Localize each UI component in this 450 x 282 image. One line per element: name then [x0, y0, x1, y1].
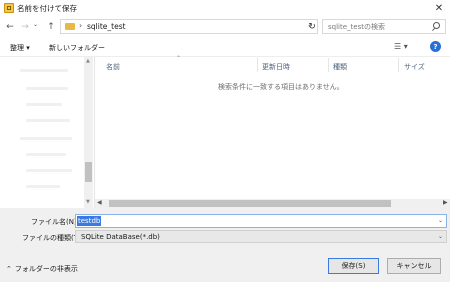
save-button[interactable]: 保存(S)	[328, 258, 379, 274]
recent-locations-chevron-icon[interactable]: ⌄	[33, 21, 38, 28]
scroll-down-arrow-icon[interactable]: ▼	[86, 199, 90, 205]
refresh-icon[interactable]: ↻	[306, 20, 318, 33]
breadcrumb-folder[interactable]: sqlite_test	[87, 22, 126, 31]
empty-results-message: 検索条件に一致する項目はありません。	[218, 83, 344, 91]
filetype-label: ファイルの種類(T):	[22, 234, 84, 242]
view-options-icon[interactable]: ☰ ▾	[394, 42, 408, 51]
horizontal-scrollbar-thumb[interactable]	[109, 200, 391, 207]
app-icon	[4, 3, 14, 13]
column-header-type[interactable]: 種類	[333, 62, 347, 72]
back-arrow-icon[interactable]: ←	[4, 21, 16, 33]
scroll-up-arrow-icon[interactable]: ▲	[86, 58, 90, 64]
address-bar[interactable]: › sqlite_test ⌄	[60, 19, 318, 34]
nav-item[interactable]	[26, 153, 66, 156]
filename-label: ファイル名(N):	[31, 218, 80, 226]
search-input[interactable]: sqlite_testの検索	[322, 19, 446, 34]
help-icon[interactable]: ?	[430, 41, 441, 52]
column-header-name[interactable]: 名前	[106, 62, 120, 72]
column-header-size[interactable]: サイズ	[404, 62, 425, 72]
nav-item[interactable]	[20, 137, 72, 140]
breadcrumb-separator-icon: ›	[79, 21, 83, 30]
column-divider[interactable]	[257, 58, 258, 72]
file-list[interactable]	[95, 57, 450, 208]
nav-item[interactable]	[26, 169, 72, 172]
search-icon[interactable]	[433, 22, 440, 29]
filetype-value: SQLite DataBase(*.db)	[81, 233, 160, 241]
hide-folders-toggle[interactable]: ⌃ フォルダーの非表示	[6, 264, 78, 274]
chevron-down-icon[interactable]: ⌄	[438, 233, 443, 240]
forward-arrow-icon[interactable]: →	[19, 21, 31, 33]
filetype-select[interactable]: SQLite DataBase(*.db) ⌄	[75, 230, 447, 243]
chevron-down-icon[interactable]: ⌄	[438, 217, 443, 224]
filename-value[interactable]: testdb	[77, 216, 102, 226]
chevron-up-icon: ⌃	[6, 265, 12, 273]
folder-icon	[65, 23, 75, 30]
scroll-left-arrow-icon[interactable]: ◀	[97, 199, 102, 206]
sort-arrow-icon: ⌃	[176, 55, 182, 62]
up-arrow-icon[interactable]: ↑	[45, 21, 57, 33]
nav-item[interactable]	[26, 87, 68, 90]
nav-item[interactable]	[26, 103, 62, 106]
nav-item[interactable]	[26, 185, 60, 188]
column-divider[interactable]	[328, 58, 329, 72]
organize-button[interactable]: 整理 ▾	[10, 43, 30, 53]
new-folder-button[interactable]: 新しいフォルダー	[49, 43, 105, 53]
search-placeholder: sqlite_testの検索	[328, 23, 385, 31]
scroll-right-arrow-icon[interactable]: ▶	[443, 199, 448, 206]
cancel-button[interactable]: キャンセル	[387, 258, 441, 274]
nav-scrollbar[interactable]	[84, 57, 93, 208]
nav-item[interactable]	[20, 69, 68, 72]
nav-item[interactable]	[26, 119, 70, 122]
column-divider[interactable]	[398, 58, 399, 72]
filename-input[interactable]: testdb ⌄	[75, 214, 447, 228]
hide-folders-label: フォルダーの非表示	[14, 265, 78, 273]
window-title: 名前を付けて保存	[17, 4, 77, 13]
column-header-modified[interactable]: 更新日時	[262, 62, 290, 72]
close-button[interactable]: ✕	[431, 1, 447, 15]
navigation-pane[interactable]	[0, 57, 94, 208]
nav-scrollbar-thumb[interactable]	[85, 162, 92, 182]
